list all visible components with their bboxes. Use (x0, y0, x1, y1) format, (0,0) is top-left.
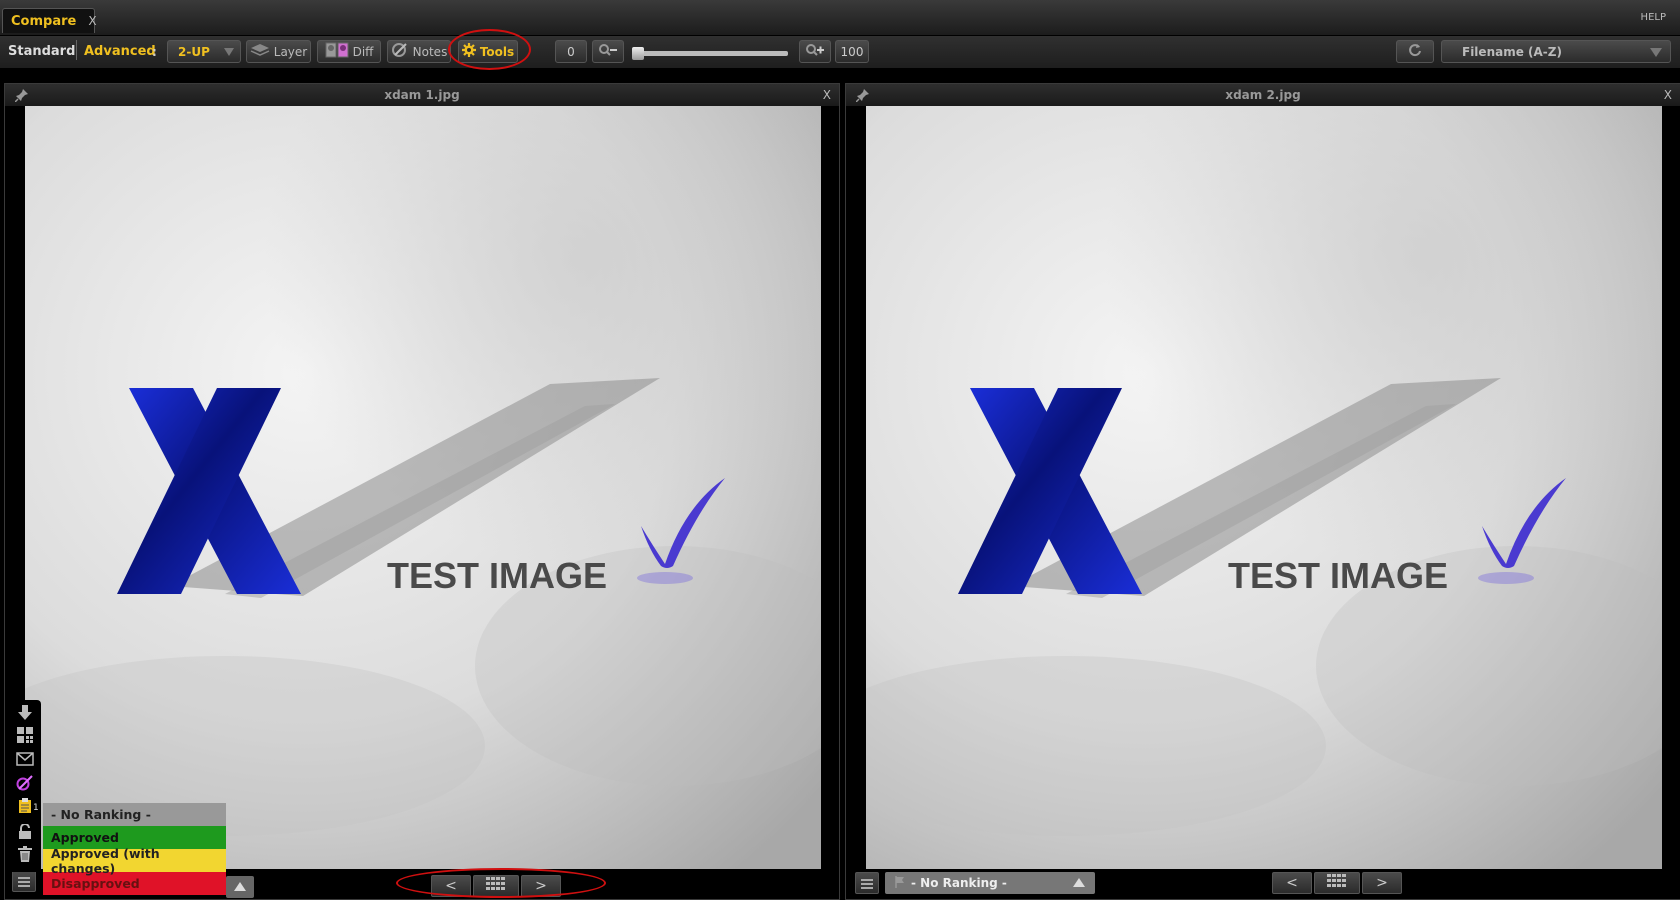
test-image-caption: TEST IMAGE (1228, 555, 1448, 596)
test-image: TEST IMAGE (866, 106, 1662, 869)
layer-button[interactable]: Layer (246, 40, 311, 63)
thumbnails-icon[interactable] (15, 727, 35, 745)
image-navigation: < > (431, 875, 563, 897)
chevron-down-icon (1650, 48, 1662, 57)
notes-button[interactable]: Notes (387, 40, 451, 63)
mode-colon: : (152, 44, 157, 59)
image-viewer[interactable]: TEST IMAGE (866, 106, 1662, 869)
pane-header: xdam 1.jpg X (5, 84, 839, 106)
previous-image-button[interactable]: < (1272, 872, 1312, 894)
gear-icon (461, 43, 476, 60)
compare-pane-left: xdam 1.jpg X TEST IMAGE < > (4, 83, 840, 900)
zoom-max-field[interactable]: 100 (835, 40, 869, 63)
zoom-in-icon (805, 43, 825, 60)
pane-footer: - No Ranking - < > (846, 869, 1680, 899)
tab-bar: Compare X HELP (0, 0, 1680, 36)
zoom-slider[interactable] (632, 47, 788, 60)
pane-close-button[interactable]: X (823, 88, 831, 102)
lock-icon[interactable] (15, 823, 35, 842)
standard-mode-link[interactable]: Standard (8, 40, 75, 63)
advanced-mode-link[interactable]: Advanced (84, 40, 156, 63)
image-viewer[interactable]: TEST IMAGE (25, 106, 821, 869)
grid-view-button[interactable] (1314, 872, 1360, 894)
compare-toolbar: Standard Advanced : 2-UP Layer Diff Note… (0, 36, 1680, 68)
zoom-min-field[interactable]: 0 (555, 40, 587, 63)
grid-icon (486, 877, 506, 895)
sort-select[interactable]: Filename (A-Z) (1441, 40, 1671, 63)
tools-button[interactable]: Tools (458, 40, 518, 63)
pane-menu-button-right[interactable] (855, 872, 879, 894)
pane-header: xdam 2.jpg X (846, 84, 1680, 106)
tab-label: Compare (11, 13, 77, 29)
layers-icon (250, 43, 270, 60)
test-image-caption: TEST IMAGE (387, 555, 607, 596)
pane-close-button[interactable]: X (1664, 88, 1672, 102)
compare-pane-right: xdam 2.jpg X TEST IMAGE - No Ranking - <… (845, 83, 1680, 900)
ranking-select[interactable]: - No Ranking - (885, 872, 1095, 894)
diff-button-label: Diff (352, 44, 374, 59)
download-icon[interactable] (15, 704, 35, 722)
ranking-select-value: - No Ranking - (911, 876, 1007, 890)
pane-menu-button-left[interactable] (12, 870, 36, 892)
diff-icon (325, 42, 349, 61)
notes-brush-icon (391, 42, 409, 61)
pane-title: xdam 2.jpg (1225, 88, 1301, 102)
toolbar-divider (76, 40, 77, 60)
diff-button[interactable]: Diff (317, 40, 381, 63)
layer-button-label: Layer (273, 44, 308, 59)
triangle-up-icon (234, 882, 246, 891)
chevron-down-icon (224, 48, 234, 56)
ranking-option-approved-with-changes[interactable]: Approved (with changes) (43, 846, 226, 876)
tab-close-button[interactable]: X (88, 14, 96, 28)
pane-title: xdam 1.jpg (384, 88, 460, 102)
notes-button-label: Notes (412, 44, 448, 59)
previous-image-button[interactable]: < (431, 875, 471, 897)
refresh-icon (1408, 43, 1422, 60)
image-actions-toolbar: 1 (11, 700, 41, 872)
zoom-out-button[interactable] (592, 40, 624, 63)
next-image-button[interactable]: > (1362, 872, 1402, 894)
tab-compare[interactable]: Compare X (2, 8, 97, 33)
refresh-button[interactable] (1396, 40, 1434, 63)
annotate-icon[interactable] (15, 775, 35, 793)
grid-view-button[interactable] (473, 875, 519, 897)
sort-select-value: Filename (A-Z) (1462, 44, 1562, 59)
zoom-slider-handle[interactable] (632, 47, 644, 60)
ranking-dropdown-toggle[interactable] (226, 876, 254, 898)
zoom-in-button[interactable] (799, 40, 831, 63)
tools-button-label: Tools (479, 44, 515, 59)
ranking-list: - No Ranking - Approved Approved (with c… (43, 803, 226, 895)
flag-icon (895, 875, 905, 891)
next-image-button[interactable]: > (521, 875, 561, 897)
email-icon[interactable] (15, 752, 35, 770)
grid-icon (1327, 874, 1347, 892)
layout-select-value: 2-UP (178, 44, 210, 59)
clipboard-icon[interactable]: 1 (15, 798, 39, 816)
zoom-out-icon (598, 43, 618, 60)
ranking-option-none[interactable]: - No Ranking - (43, 803, 226, 826)
test-image: TEST IMAGE (25, 106, 821, 869)
layout-select[interactable]: 2-UP (167, 40, 241, 63)
trash-icon[interactable] (15, 846, 35, 864)
triangle-up-icon (1073, 878, 1085, 887)
image-navigation: < > (1272, 872, 1404, 894)
help-link[interactable]: HELP (1641, 12, 1666, 23)
clipboard-badge: 1 (33, 803, 39, 813)
